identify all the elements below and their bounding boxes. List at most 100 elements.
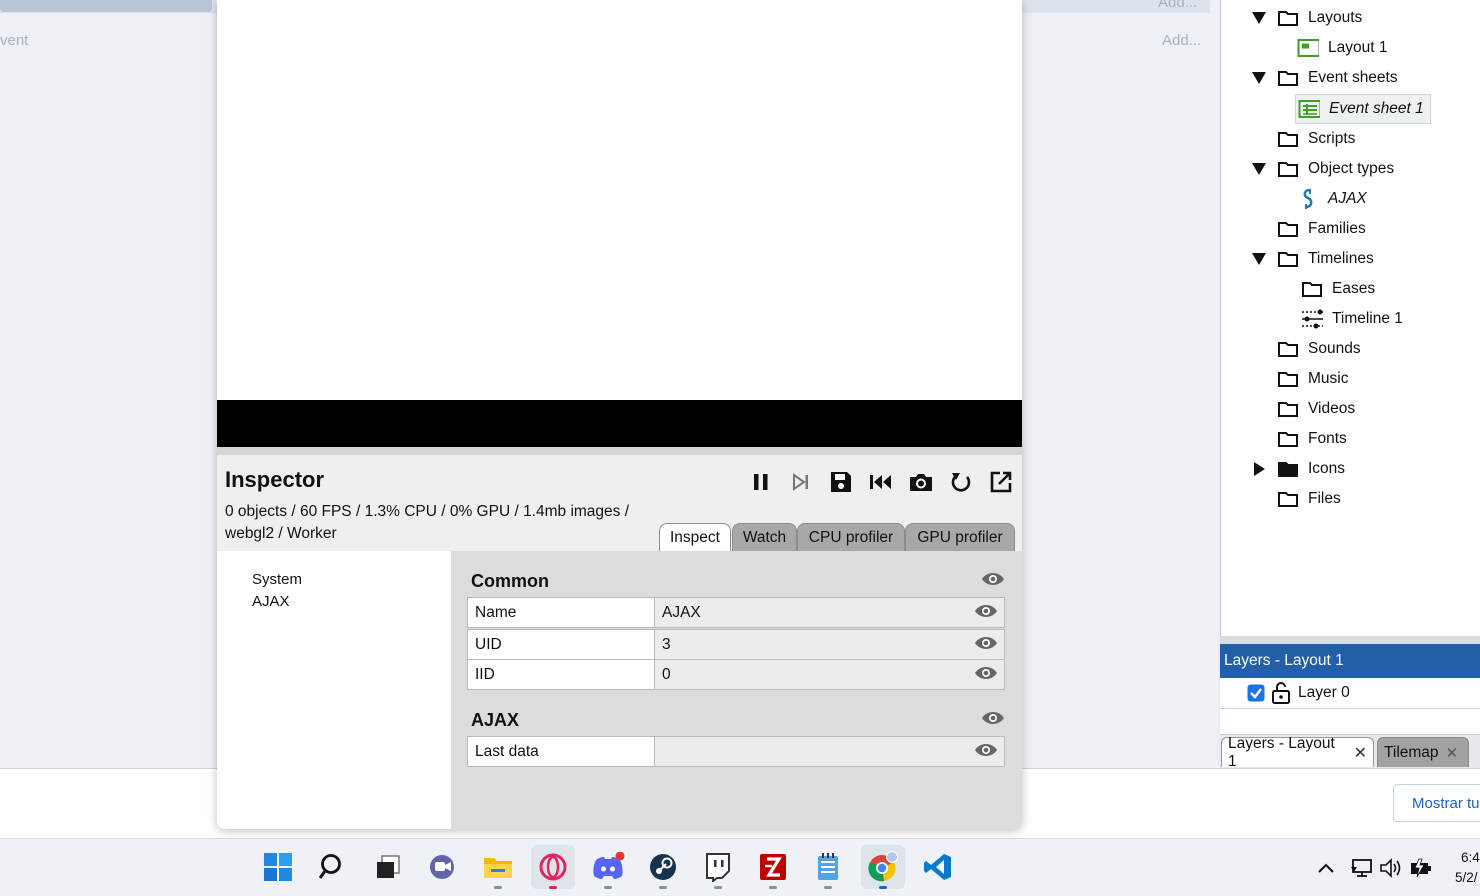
- running-indicator: [549, 886, 557, 889]
- tab-gpu-profiler[interactable]: GPU profiler: [905, 523, 1015, 551]
- folder-icon: [1277, 8, 1299, 28]
- property-name: UID: [467, 629, 655, 660]
- tree-item-label: Timelines: [1308, 250, 1374, 267]
- popout-button[interactable]: [985, 467, 1017, 497]
- task-view-icon[interactable]: [366, 845, 410, 889]
- object-list-item-ajax[interactable]: AJAX: [252, 593, 290, 610]
- pause-icon: [754, 474, 768, 490]
- screenshot-button[interactable]: [905, 467, 937, 497]
- tree-item-layouts[interactable]: Layouts: [1251, 3, 1362, 33]
- layer-row[interactable]: Layer 0: [1220, 678, 1480, 709]
- tray-overflow-chevron-icon[interactable]: [1312, 852, 1340, 884]
- expanded-arrow-icon[interactable]: [1251, 70, 1267, 86]
- event-sheet-icon: [1298, 99, 1320, 119]
- tree-item-event-sheet-1[interactable]: Event sheet 1: [1295, 94, 1431, 124]
- tree-item-fonts[interactable]: Fonts: [1277, 424, 1347, 454]
- close-icon[interactable]: ✕: [1354, 743, 1367, 763]
- tree-item-layout-1[interactable]: Layout 1: [1297, 33, 1387, 63]
- tree-item-label: AJAX: [1328, 190, 1367, 207]
- tree-item-sounds[interactable]: Sounds: [1277, 334, 1361, 364]
- tab-label: Layers - Layout 1: [1228, 734, 1335, 770]
- folder-icon: [1277, 369, 1299, 389]
- volume-icon[interactable]: [1377, 852, 1405, 884]
- collapsed-arrow-icon[interactable]: [1251, 461, 1267, 477]
- tree-item-music[interactable]: Music: [1277, 364, 1348, 394]
- battery-charging-icon[interactable]: [1407, 852, 1435, 884]
- chat-icon[interactable]: [421, 845, 465, 889]
- property-name: Last data: [467, 736, 655, 767]
- steam-icon[interactable]: [641, 845, 685, 889]
- running-indicator: [714, 886, 722, 889]
- expanded-arrow-icon[interactable]: [1251, 10, 1267, 26]
- background-add-link[interactable]: Add...: [1162, 32, 1201, 49]
- file-explorer-icon[interactable]: [476, 845, 520, 889]
- twitch-icon[interactable]: [696, 845, 740, 889]
- filezilla-icon[interactable]: [751, 845, 795, 889]
- game-canvas[interactable]: [217, 0, 1022, 400]
- timeline-icon: [1301, 309, 1323, 329]
- folder-icon: [1277, 129, 1299, 149]
- running-indicator: [604, 886, 612, 889]
- close-icon[interactable]: ✕: [1446, 744, 1459, 762]
- folder-icon: [1301, 279, 1323, 299]
- watch-eye-icon[interactable]: [974, 603, 998, 624]
- save-state-button[interactable]: [825, 467, 857, 497]
- watch-section-eye-icon[interactable]: [981, 710, 1005, 731]
- expanded-arrow-icon[interactable]: [1251, 251, 1267, 267]
- tab-layers-layout-1[interactable]: Layers - Layout 1 ✕: [1221, 735, 1374, 770]
- tree-item-object-types[interactable]: Object types: [1251, 154, 1394, 184]
- expanded-arrow-icon[interactable]: [1251, 161, 1267, 177]
- watch-eye-icon[interactable]: [974, 742, 998, 763]
- tab-watch[interactable]: Watch: [732, 523, 797, 551]
- layer-visible-checkbox[interactable]: [1247, 684, 1265, 702]
- step-icon: [793, 473, 808, 491]
- step-button[interactable]: [785, 467, 817, 497]
- tree-item-label: Layouts: [1308, 9, 1363, 26]
- background-add-link-top[interactable]: Add...: [1158, 0, 1197, 11]
- tree-item-scripts[interactable]: Scripts: [1277, 124, 1355, 154]
- ajax-icon: [1297, 188, 1319, 209]
- vscode-icon[interactable]: [916, 845, 960, 889]
- tree-item-files[interactable]: Files: [1277, 484, 1341, 514]
- opera-gx-icon[interactable]: [531, 845, 575, 889]
- tab-inspect[interactable]: Inspect: [659, 523, 731, 551]
- tree-item-label: Timeline 1: [1332, 310, 1403, 327]
- tree-item-icons[interactable]: Icons: [1251, 454, 1345, 484]
- unlock-icon[interactable]: [1271, 682, 1291, 704]
- inspector-resize-handle[interactable]: [217, 447, 1022, 455]
- network-icon[interactable]: [1348, 852, 1376, 884]
- restart-button[interactable]: [945, 467, 977, 497]
- tab-tilemap[interactable]: Tilemap ✕: [1377, 737, 1469, 767]
- inspector-header: Inspector 0 objects / 60 FPS / 1.3% CPU …: [217, 455, 1022, 551]
- tree-item-label: Object types: [1308, 160, 1395, 177]
- discord-icon[interactable]: [586, 845, 630, 889]
- watch-eye-icon[interactable]: [974, 665, 998, 686]
- windows-start-icon[interactable]: [256, 845, 300, 889]
- watch-eye-icon[interactable]: [974, 635, 998, 656]
- popout-icon: [990, 471, 1012, 493]
- section-title-ajax: AJAX: [471, 710, 520, 730]
- search-icon[interactable]: [311, 845, 355, 889]
- property-row-uid: UID 3: [467, 629, 1005, 660]
- tree-item-ajax[interactable]: AJAX: [1297, 184, 1367, 214]
- system-clock[interactable]: 6:4 5/2/: [1455, 848, 1480, 888]
- show-button[interactable]: Mostrar tu: [1393, 784, 1480, 822]
- tree-item-timelines[interactable]: Timelines: [1251, 244, 1374, 274]
- pause-button[interactable]: [745, 467, 777, 497]
- tree-item-videos[interactable]: Videos: [1277, 394, 1355, 424]
- tree-item-timeline-1[interactable]: Timeline 1: [1301, 304, 1403, 334]
- restore-state-button[interactable]: [865, 467, 897, 497]
- property-value-text: 3: [662, 635, 671, 653]
- watch-section-eye-icon[interactable]: [981, 571, 1005, 592]
- notepad-icon[interactable]: [806, 845, 850, 889]
- property-row-name: Name AJAX: [467, 597, 1005, 628]
- save-icon: [831, 472, 851, 492]
- tree-item-families[interactable]: Families: [1277, 214, 1366, 244]
- layout-icon: [1297, 38, 1319, 58]
- tree-item-eases[interactable]: Eases: [1301, 274, 1375, 304]
- folder-icon: [1277, 249, 1299, 269]
- tree-item-event-sheets[interactable]: Event sheets: [1251, 63, 1398, 93]
- object-list-item-system[interactable]: System: [252, 571, 302, 588]
- chrome-icon[interactable]: [861, 845, 905, 889]
- tab-cpu-profiler[interactable]: CPU profiler: [797, 523, 905, 551]
